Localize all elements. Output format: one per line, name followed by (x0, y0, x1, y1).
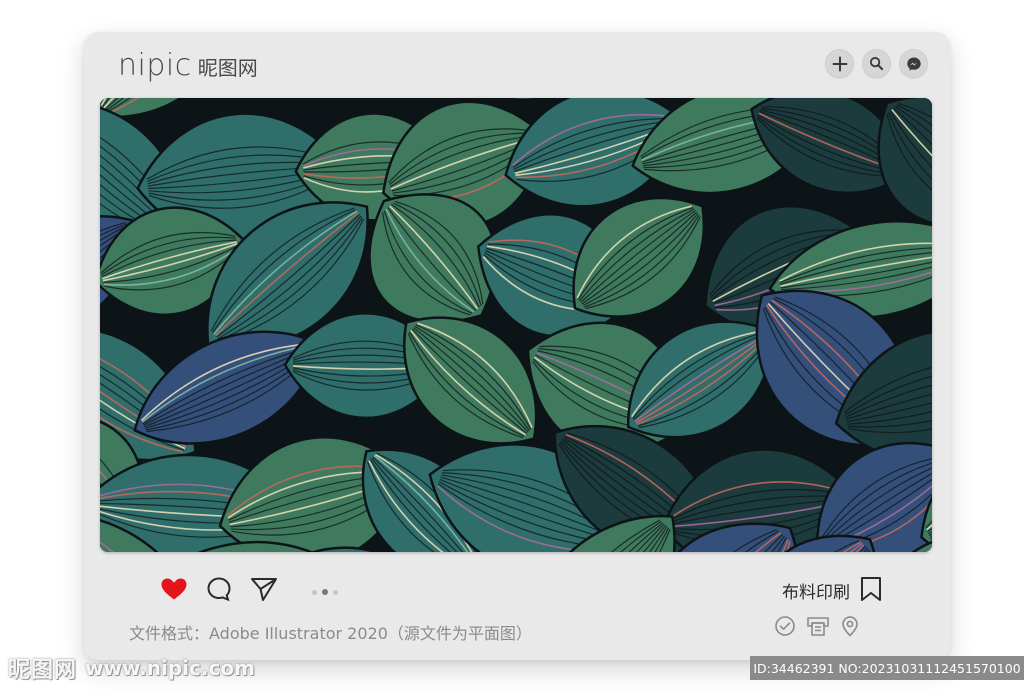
watermark-url: www.nipic.com (85, 656, 255, 680)
location-button[interactable] (840, 615, 860, 637)
comment-button[interactable] (206, 576, 232, 602)
leaf-pattern (100, 98, 932, 552)
comment-icon (207, 577, 231, 602)
search-icon (869, 56, 884, 71)
messenger-button[interactable] (899, 49, 928, 78)
messenger-icon (906, 57, 921, 71)
bookmark-icon (861, 577, 881, 601)
top-actions (825, 49, 928, 78)
bookmark-button[interactable] (860, 576, 882, 607)
verify-button[interactable] (774, 615, 796, 637)
watermark-logo: 昵图网 www.nipic.com (8, 652, 255, 684)
carousel-dot[interactable] (312, 589, 317, 595)
brand-name-cn: 昵图网 (197, 56, 258, 80)
action-row (160, 576, 278, 602)
brand-name: nipic (118, 48, 192, 83)
artwork-image[interactable] (100, 98, 932, 552)
add-button[interactable] (825, 49, 854, 78)
add-icon (832, 56, 847, 71)
like-button[interactable] (160, 577, 188, 601)
send-icon (251, 578, 277, 601)
location-pin-icon (842, 616, 858, 637)
file-format-caption: 文件格式：Adobe Illustrator 2020（源文件为平面图） (129, 624, 532, 643)
carousel-dot[interactable] (333, 589, 338, 595)
carousel-dot[interactable] (322, 589, 328, 595)
brand[interactable]: nipic 昵图网 (118, 48, 258, 83)
watermark-logo-cn: 昵图网 (8, 658, 78, 683)
share-button[interactable] (250, 576, 278, 602)
heart-icon (161, 578, 187, 600)
bottom-icons (774, 615, 860, 637)
carousel-dots (312, 589, 338, 595)
category-label: 布料印刷 (782, 583, 850, 603)
search-button[interactable] (862, 49, 891, 78)
print-icon (807, 617, 829, 636)
check-circle-icon (775, 616, 795, 636)
watermark-id: ID:34462391 NO:20231031112451570100 (750, 656, 1024, 680)
post-card: nipic 昵图网 布料印刷 文件格式：Adobe Illustrator 20… (84, 32, 950, 660)
print-button[interactable] (806, 615, 830, 637)
